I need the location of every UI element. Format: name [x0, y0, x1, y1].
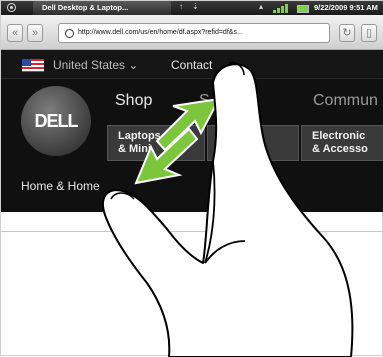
- category-desktops[interactable]: Des: [207, 125, 299, 161]
- top-strip: United States ⌄ Contact: [1, 50, 383, 79]
- usb-icon: ↑: [179, 2, 183, 11]
- wifi-icon: ▴: [259, 2, 264, 11]
- nav-shop[interactable]: Shop: [115, 92, 152, 110]
- device-screen: Dell Desktop & Laptop... ↑ ⇣ ▴ 9/22/2009…: [0, 0, 383, 357]
- download-icon: ⇣: [192, 2, 199, 11]
- nav-support[interactable]: S: [199, 92, 210, 110]
- browser-toolbar: « » http://www.dell.com/us/en/home/df.as…: [1, 15, 383, 50]
- clock: 9/22/2009 9:51 AM: [314, 3, 378, 12]
- contact-link[interactable]: Contact: [171, 58, 212, 72]
- home-icon[interactable]: [7, 3, 16, 12]
- url-bar[interactable]: http://www.dell.com/us/en/home/df.aspx?r…: [58, 23, 330, 43]
- dell-logo[interactable]: DELL: [21, 86, 91, 156]
- nav-community[interactable]: Commun: [313, 92, 378, 110]
- globe-icon: [65, 29, 74, 38]
- chevron-down-icon: ⌄: [128, 58, 139, 72]
- forward-button[interactable]: »: [27, 24, 43, 42]
- status-bar: Dell Desktop & Laptop... ↑ ⇣ ▴ 9/22/2009…: [1, 1, 383, 15]
- bookmark-button[interactable]: ▯: [361, 24, 377, 42]
- home-link[interactable]: Home & Home: [21, 179, 100, 193]
- category-laptops[interactable]: Laptops & Mini: [107, 125, 205, 161]
- battery-icon: [297, 5, 309, 13]
- refresh-button[interactable]: ↻: [339, 24, 355, 42]
- dell-page: United States ⌄ Contact DELL Shop S Comm…: [1, 50, 383, 212]
- page-divider: [1, 231, 383, 232]
- browser-tab[interactable]: Dell Desktop & Laptop...: [33, 1, 171, 15]
- tab-title: Dell Desktop & Laptop...: [42, 3, 129, 12]
- country-selector[interactable]: United States ⌄: [53, 58, 138, 72]
- category-electronics[interactable]: Electronic & Accesso: [301, 125, 383, 161]
- back-button[interactable]: «: [7, 24, 23, 42]
- signal-icon: [273, 4, 291, 13]
- us-flag-icon: [22, 59, 44, 72]
- url-text: http://www.dell.com/us/en/home/df.aspx?r…: [78, 29, 243, 36]
